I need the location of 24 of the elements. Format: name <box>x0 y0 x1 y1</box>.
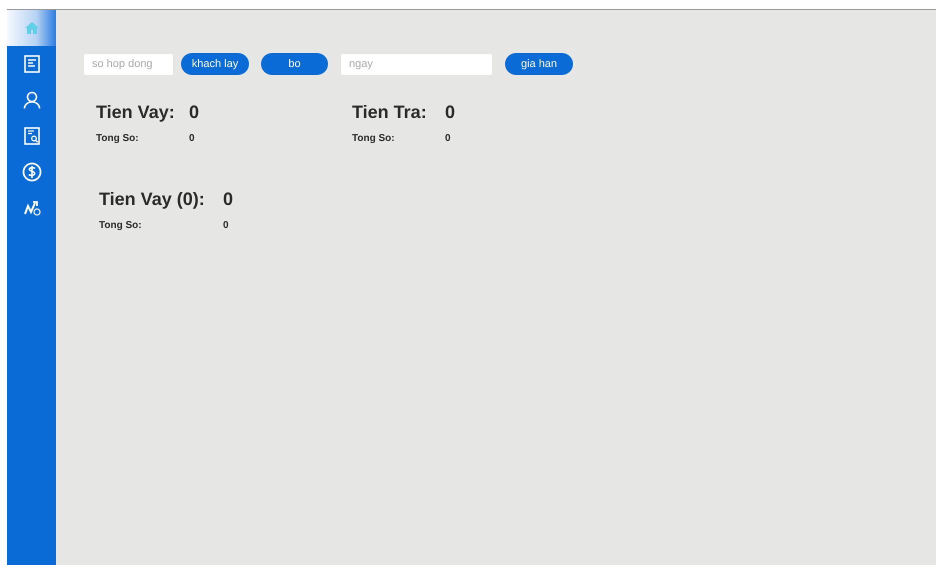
count-value: 0 <box>189 133 196 144</box>
person-icon <box>22 91 40 109</box>
count-value: 0 <box>445 133 452 144</box>
summary-title: Tien Vay (0): <box>99 189 206 210</box>
sidebar-item[interactable] <box>7 10 56 46</box>
count-label: Tong So: <box>352 133 396 144</box>
home-icon <box>24 20 40 36</box>
summary-title: Tien Tra: <box>352 102 428 123</box>
action-button[interactable]: khach lay <box>181 53 249 75</box>
trend-icon <box>22 199 40 217</box>
dollar-icon <box>22 162 42 182</box>
count-value: 0 <box>223 220 230 231</box>
summary-value: 0 <box>189 102 200 123</box>
count-label: Tong So: <box>99 220 143 231</box>
action-button[interactable]: bo <box>261 53 328 75</box>
count-label: Tong So: <box>96 133 140 144</box>
input-field[interactable]: ngay <box>341 54 492 74</box>
report-icon <box>24 127 40 145</box>
summary-value: 0 <box>445 102 456 123</box>
summary-value: 0 <box>223 189 234 210</box>
summary-title: Tien Vay: <box>96 102 176 123</box>
action-button[interactable]: gia han <box>505 53 573 75</box>
input-field[interactable]: so hop dong <box>84 54 173 74</box>
document-icon <box>24 55 40 73</box>
